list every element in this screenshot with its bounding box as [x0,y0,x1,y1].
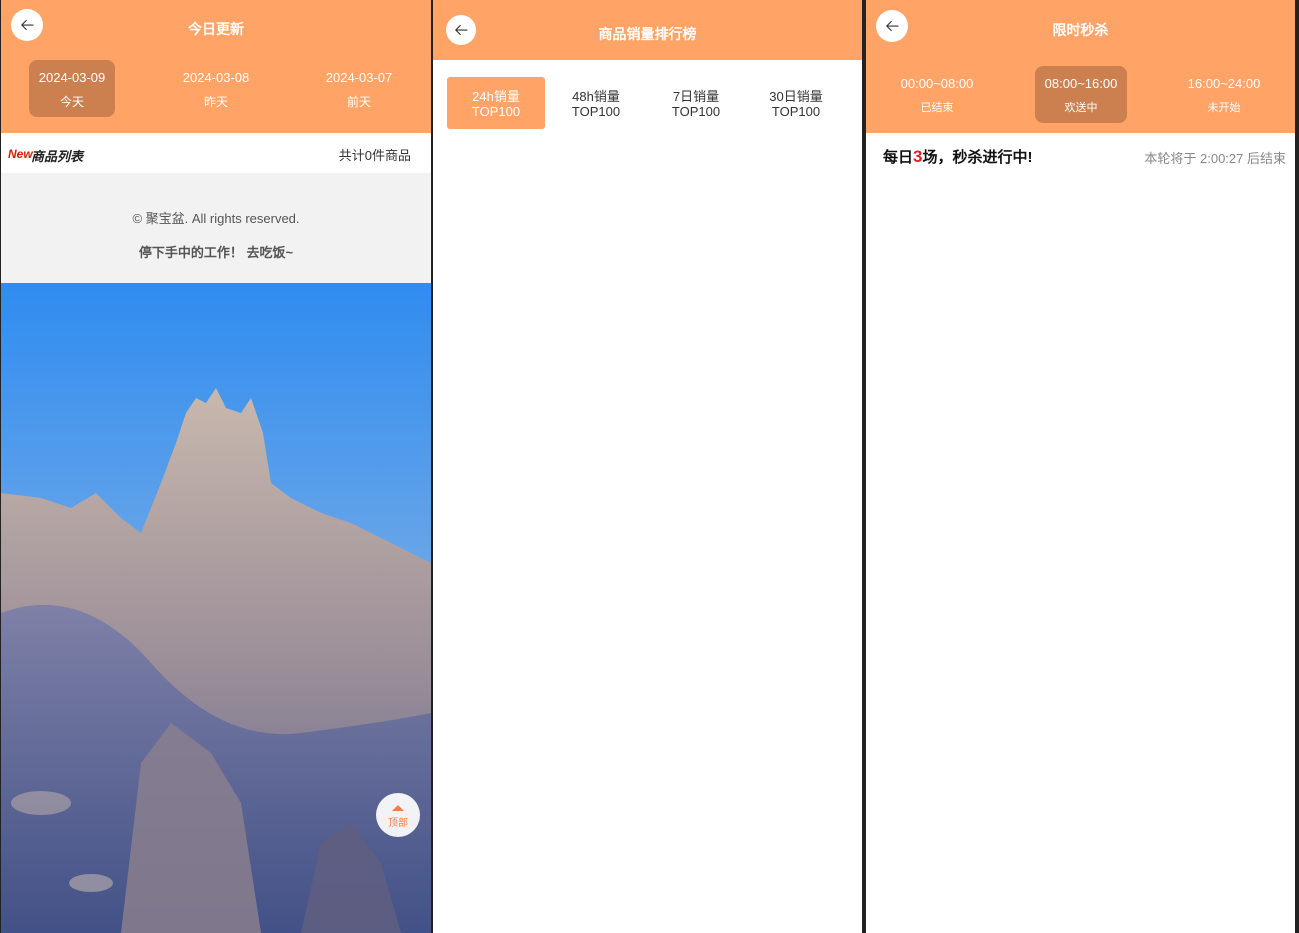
date-tab-date: 2024-03-09 [38,70,106,85]
slot-status: 未开始 [1207,102,1241,114]
tab-line2: TOP100 [571,104,621,119]
date-tab-date: 2024-03-08 [182,70,250,85]
tab-line1: 30日销量 [769,89,823,104]
scroll-top-label: 顶部 [388,818,408,829]
tab-line1: 48h销量 [572,89,620,104]
ranking-header: 商品销量排行榜 [433,0,862,60]
flash-banner: 每日3场，秒杀进行中! [883,146,1032,167]
footer-message: 停下手中的工作！ 去吃饭~ [138,245,294,260]
arrow-up-icon [392,805,404,811]
countdown-text: 本轮将于 2:00:27 后结束 [1144,151,1286,166]
date-tab-label: 前天 [346,95,371,109]
tab-line2: TOP100 [771,104,821,119]
slot-time: 16:00~24:00 [1187,76,1261,91]
page-title: 限时秒杀 [1052,22,1109,38]
product-list-bar: New 商品列表 共计0件商品 [1,133,431,173]
page-title: 今日更新 [188,21,244,37]
page-title: 商品销量排行榜 [598,26,697,42]
flash-header: 限时秒杀 00:00~08:00 已结束 08:00~16:00 欢送中 16:… [866,0,1295,133]
tab-24h[interactable]: 24h销量 TOP100 [447,77,545,129]
date-tab-date: 2024-03-07 [325,70,393,85]
slot-time: 00:00~08:00 [900,76,974,91]
slot-tab-1600[interactable]: 16:00~24:00 未开始 [1178,66,1270,123]
slot-status: 已结束 [920,102,954,114]
scroll-top-button[interactable]: 顶部 [376,793,420,837]
page-footer: © 聚宝盆. All rights reserved. 停下手中的工作！ 去吃饭… [1,173,431,283]
date-tab-day-before[interactable]: 2024-03-07 前天 [316,60,402,117]
today-header: 今日更新 2024-03-09 今天 2024-03-08 昨天 2024-03… [1,0,431,133]
product-count: 共计0件商品 [338,148,411,163]
tab-line2: TOP100 [671,104,721,119]
date-tab-label: 今天 [59,95,84,109]
slot-status: 欢送中 [1064,102,1098,114]
flash-sale-panel: 限时秒杀 00:00~08:00 已结束 08:00~16:00 欢送中 16:… [866,0,1295,933]
tab-line2: TOP100 [471,104,521,119]
background-landscape-image [1,283,431,933]
date-tab-yesterday[interactable]: 2024-03-08 昨天 [173,60,259,117]
sales-ranking-panel: 商品销量排行榜 24h销量 TOP100 48h销量 TOP100 7日销量 T… [433,0,862,933]
copyright-text: © 聚宝盆. All rights reserved. [132,211,300,226]
tab-30d[interactable]: 30日销量 TOP100 [747,77,845,129]
new-badge: New [8,147,33,161]
date-tab-today[interactable]: 2024-03-09 今天 [29,60,115,117]
slot-tab-0800[interactable]: 08:00~16:00 欢送中 [1035,66,1127,123]
banner-suffix: 场，秒杀进行中! [922,149,1033,166]
slot-time: 08:00~16:00 [1044,76,1118,91]
tab-line1: 7日销量 [672,89,720,104]
date-tab-label: 昨天 [203,95,228,109]
tab-7d[interactable]: 7日销量 TOP100 [647,77,745,129]
today-update-panel: 今日更新 2024-03-09 今天 2024-03-08 昨天 2024-03… [1,0,431,933]
tab-48h[interactable]: 48h销量 TOP100 [547,77,645,129]
slot-tab-0000[interactable]: 00:00~08:00 已结束 [891,66,983,123]
tab-line1: 24h销量 [472,89,520,104]
product-list-title: 商品列表 [31,149,84,164]
banner-prefix: 每日 [883,149,914,166]
